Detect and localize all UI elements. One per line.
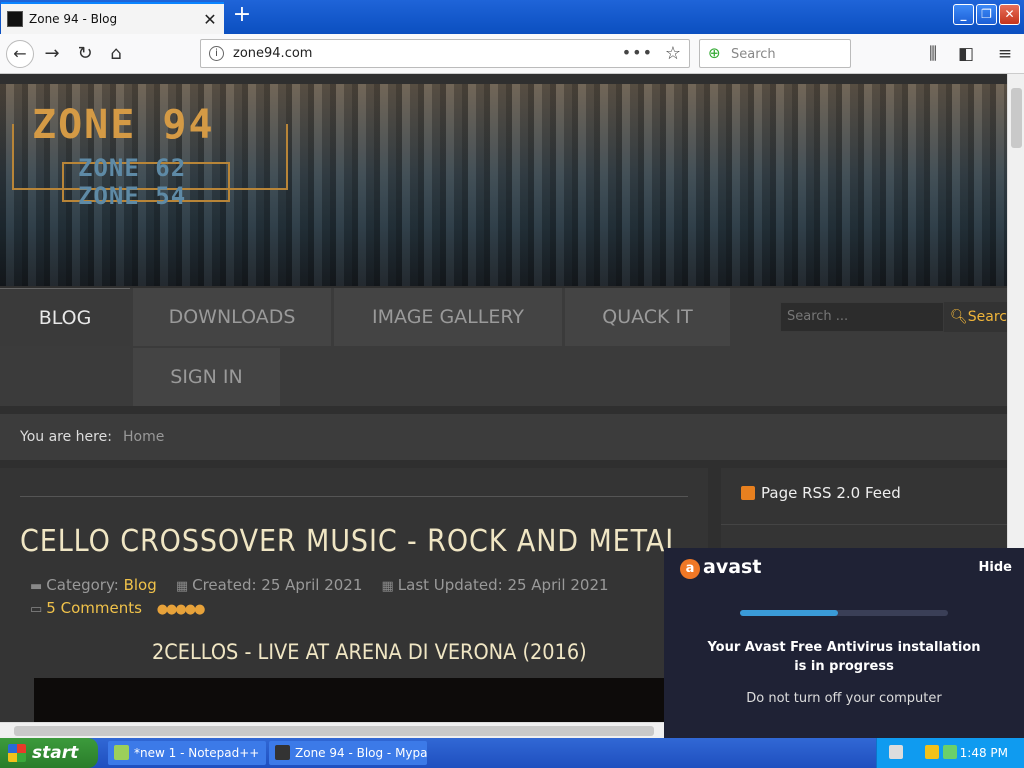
url-text[interactable]: zone94.com xyxy=(233,46,312,61)
browser-search-input[interactable]: ⊕ Search xyxy=(699,39,851,68)
avast-message-line-2: is in progress xyxy=(794,659,894,674)
comment-icon: ▭ xyxy=(30,602,43,617)
site-search-input[interactable]: Search ... xyxy=(780,302,944,332)
site-search-button-label: Search xyxy=(967,309,1007,325)
avast-notification: a avast Hide Your Avast Free Antivirus in… xyxy=(664,548,1024,738)
browser-search-placeholder: Search xyxy=(731,47,776,62)
avast-logo: a avast xyxy=(680,556,761,579)
tab-title: Zone 94 - Blog xyxy=(29,12,118,26)
page-actions-button[interactable]: ••• xyxy=(622,43,653,62)
folder-icon: ▬ xyxy=(30,579,43,594)
site-search-button[interactable]: 🔍︎Search xyxy=(944,302,1007,332)
avast-message-line-1: Your Avast Free Antivirus installation xyxy=(707,640,981,655)
install-progress-bar xyxy=(740,610,948,616)
logo-sub-line-1: ZONE 62 xyxy=(78,154,187,182)
network-icon[interactable] xyxy=(943,745,957,759)
new-tab-button[interactable]: + xyxy=(230,4,254,28)
site-logo-main[interactable]: ZONE 94 xyxy=(32,102,215,148)
scrollbar-thumb[interactable] xyxy=(14,726,654,736)
browser-tab-bar: Zone 94 - Blog ✕ + _ ❐ ✕ xyxy=(0,0,1024,34)
article-title[interactable]: CELLO CROSSOVER MUSIC - ROCK AND METAL xyxy=(20,524,681,559)
scrollbar-thumb[interactable] xyxy=(1011,88,1022,148)
sidebar-divider xyxy=(721,524,1007,525)
taskbar: start *new 1 - Notepad++ Zone 94 - Blog … xyxy=(0,738,1024,768)
reload-button[interactable]: ↻ xyxy=(73,42,97,66)
site-main-menu: BLOG DOWNLOADS IMAGE GALLERY QUACK IT SI… xyxy=(0,288,1007,406)
avast-note: Do not turn off your computer xyxy=(746,691,942,706)
menu-item-sign-in[interactable]: SIGN IN xyxy=(133,348,280,406)
clock: 1:48 PM xyxy=(959,746,1008,760)
back-button[interactable]: ← xyxy=(6,40,34,68)
category-link[interactable]: Blog xyxy=(124,576,157,594)
site-banner: ZONE 94 ZONE 62 ZONE 54 xyxy=(0,84,1007,286)
rating-stars-icon[interactable]: ●●●●● xyxy=(157,602,206,617)
menu-hamburger-icon[interactable]: ≡ xyxy=(993,42,1017,66)
breadcrumb-home-link[interactable]: Home xyxy=(123,429,164,445)
avast-hide-button[interactable]: Hide xyxy=(979,560,1012,575)
article-divider xyxy=(20,496,688,497)
minimize-button[interactable]: _ xyxy=(953,4,974,25)
menu-item-quack-it[interactable]: QUACK IT xyxy=(565,288,730,346)
updated-date: Last Updated: 25 April 2021 xyxy=(397,576,609,594)
address-bar[interactable]: i zone94.com ••• ☆ xyxy=(200,39,690,68)
start-label: start xyxy=(32,743,79,763)
avast-brand-text: avast xyxy=(703,556,762,578)
article-subheading: 2CELLOS - LIVE AT ARENA DI VERONA (2016) xyxy=(152,640,587,664)
breadcrumb-label: You are here: xyxy=(20,429,112,445)
library-icon[interactable]: ⫼ xyxy=(921,42,945,66)
system-tray: 1:48 PM xyxy=(876,738,1024,768)
horizontal-scrollbar[interactable] xyxy=(0,722,664,738)
forward-button[interactable]: → xyxy=(40,42,64,66)
search-icon: 🔍︎ xyxy=(950,309,968,325)
category-label: Category: xyxy=(46,576,119,594)
maximize-button[interactable]: ❐ xyxy=(976,4,997,25)
video-embed[interactable] xyxy=(34,678,674,722)
browser-tab[interactable]: Zone 94 - Blog ✕ xyxy=(1,2,224,34)
close-window-button[interactable]: ✕ xyxy=(999,4,1020,25)
site-info-icon[interactable]: i xyxy=(209,46,224,61)
search-icon: ⊕ xyxy=(708,44,721,62)
taskbar-item-browser[interactable]: Zone 94 - Blog - Mypal xyxy=(269,741,427,765)
notepad-icon xyxy=(114,745,129,760)
browser-nav-bar: ← → ↻ ⌂ i zone94.com ••• ☆ ⊕ Search ⫼ ◧ … xyxy=(0,34,1024,74)
close-tab-icon[interactable]: ✕ xyxy=(202,10,218,29)
menu-item-image-gallery[interactable]: IMAGE GALLERY xyxy=(334,288,562,346)
calendar-icon: ▦ xyxy=(175,579,189,594)
comments-row: ▭ 5 Comments ●●●●● xyxy=(30,599,206,617)
rss-icon xyxy=(741,486,755,500)
logo-sub-line-2: ZONE 54 xyxy=(78,182,187,210)
rss-feed-label: Page RSS 2.0 Feed xyxy=(761,484,901,502)
site-logo-sub: ZONE 62 ZONE 54 xyxy=(78,154,186,210)
article-meta: ▬ Category: Blog ▦ Created: 25 April 2021 … xyxy=(30,576,609,594)
avast-message: Your Avast Free Antivirus installation i… xyxy=(684,638,1004,676)
shield-icon[interactable] xyxy=(925,745,939,759)
comments-link[interactable]: 5 Comments xyxy=(46,599,142,617)
bookmark-star-icon[interactable]: ☆ xyxy=(665,43,681,64)
avast-logo-icon: a xyxy=(680,559,700,579)
install-progress-fill xyxy=(740,610,838,616)
created-date: Created: 25 April 2021 xyxy=(192,576,363,594)
article: CELLO CROSSOVER MUSIC - ROCK AND METAL ▬… xyxy=(0,468,708,722)
start-button[interactable]: start xyxy=(0,738,98,768)
keyboard-icon[interactable] xyxy=(889,745,903,759)
menu-item-blog[interactable]: BLOG xyxy=(0,288,130,346)
taskbar-item-notepad[interactable]: *new 1 - Notepad++ xyxy=(108,741,266,765)
calendar-icon: ▦ xyxy=(381,579,394,594)
window-controls: _ ❐ ✕ xyxy=(953,4,1020,25)
sidebar-toggle-icon[interactable]: ◧ xyxy=(954,42,978,66)
menu-item-downloads[interactable]: DOWNLOADS xyxy=(133,288,331,346)
taskbar-item-label: *new 1 - Notepad++ xyxy=(134,746,260,760)
browser-app-icon xyxy=(275,745,290,760)
windows-logo-icon xyxy=(8,744,26,762)
rss-feed-link[interactable]: Page RSS 2.0 Feed xyxy=(741,484,901,502)
breadcrumb: You are here: Home xyxy=(0,414,1007,460)
home-button[interactable]: ⌂ xyxy=(104,42,128,66)
taskbar-item-label: Zone 94 - Blog - Mypal xyxy=(295,746,427,760)
site-favicon-icon xyxy=(7,11,23,27)
